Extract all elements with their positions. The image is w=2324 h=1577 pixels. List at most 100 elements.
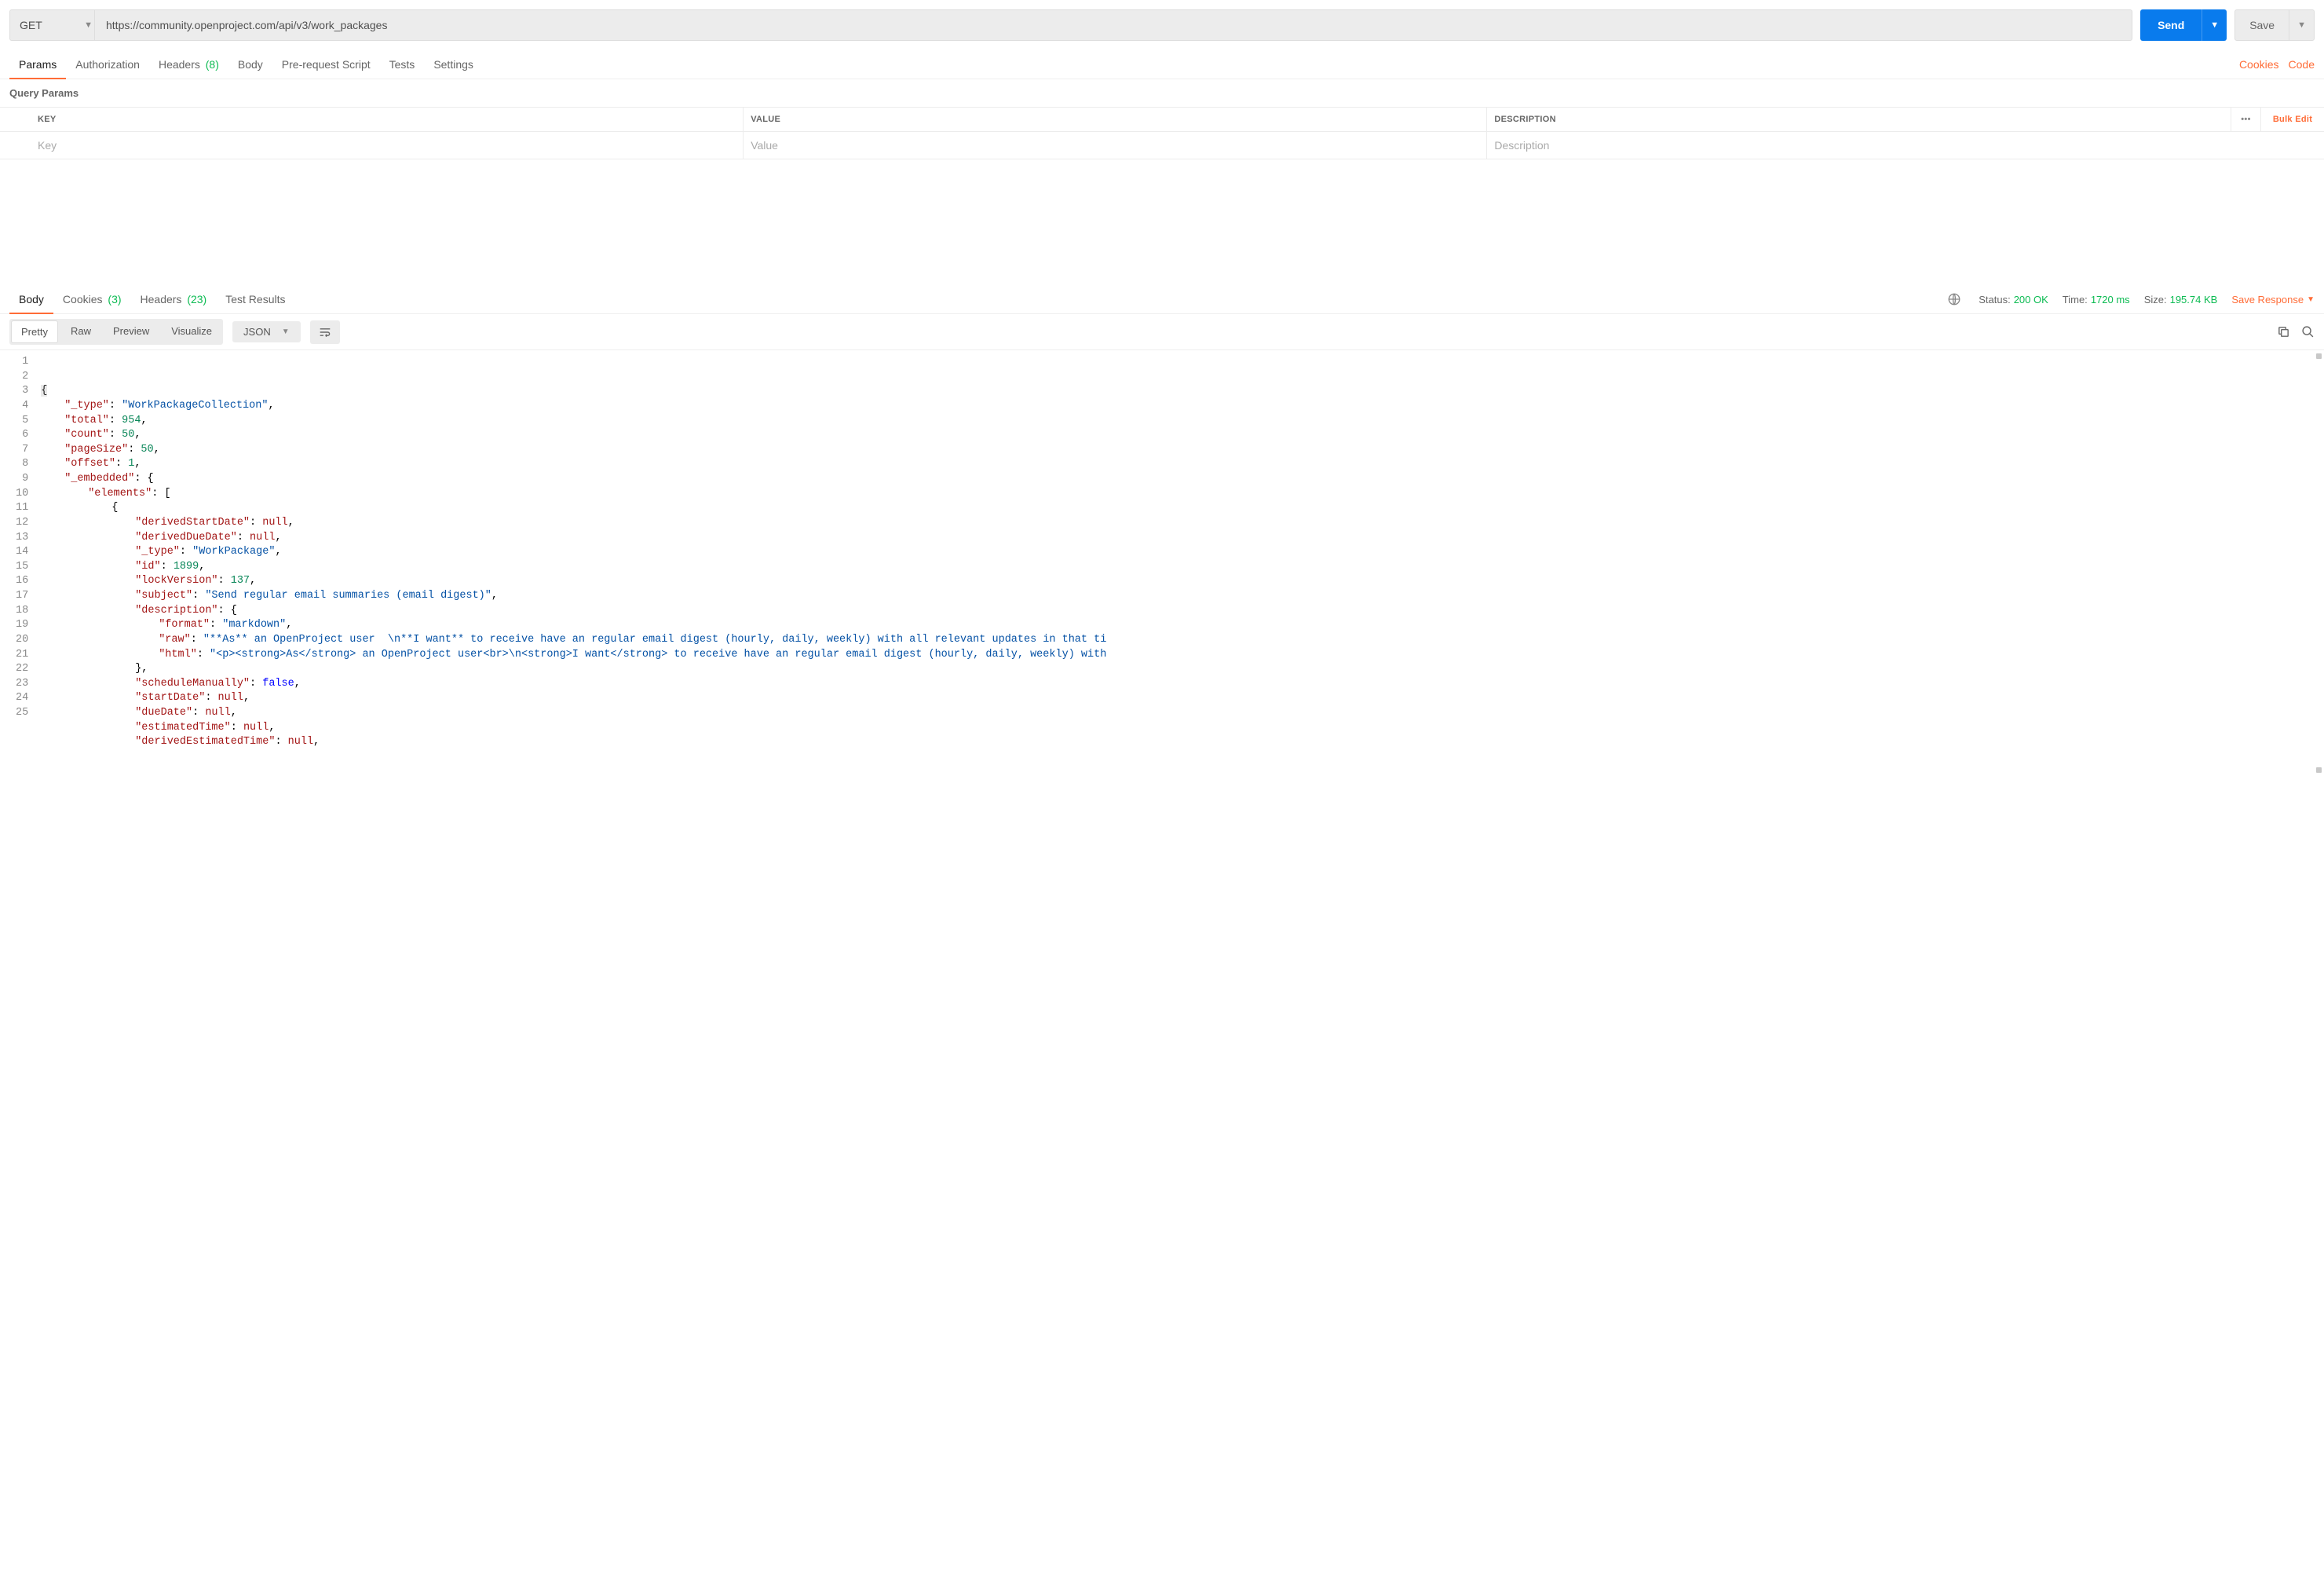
line-number: 4	[13, 399, 31, 414]
code-line[interactable]: "_embedded": {	[38, 472, 2324, 487]
line-number: 15	[13, 560, 31, 575]
param-value-input[interactable]	[751, 139, 1479, 152]
line-number: 7	[13, 443, 31, 458]
line-number: 19	[13, 618, 31, 633]
search-icon[interactable]	[2301, 325, 2315, 338]
code-line[interactable]: "lockVersion": 137,	[38, 574, 2324, 589]
chevron-down-icon: ▼	[2307, 295, 2315, 304]
format-select[interactable]: JSON ▼	[232, 321, 301, 342]
param-key-input[interactable]	[38, 139, 736, 152]
tab-params[interactable]: Params	[9, 50, 66, 79]
col-header-description: DESCRIPTION	[1487, 108, 2231, 131]
body-mode-raw[interactable]: Raw	[61, 320, 100, 343]
tab-headers[interactable]: Headers (8)	[149, 50, 228, 79]
line-number: 11	[13, 501, 31, 516]
line-number: 3	[13, 384, 31, 399]
col-header-value: VALUE	[744, 108, 1487, 131]
request-tabs: ParamsAuthorizationHeaders (8)BodyPre-re…	[9, 50, 483, 79]
code-line[interactable]: "estimatedTime": null,	[38, 721, 2324, 736]
col-header-key: KEY	[0, 108, 744, 131]
line-number: 18	[13, 604, 31, 619]
tab-body[interactable]: Body	[228, 50, 272, 79]
line-number: 10	[13, 487, 31, 502]
response-tabs: BodyCookies (3)Headers (23)Test Results	[9, 285, 294, 313]
response-tab-test-results[interactable]: Test Results	[216, 285, 294, 313]
code-line[interactable]: "count": 50,	[38, 428, 2324, 443]
chevron-down-icon: ▼	[282, 327, 290, 336]
line-number: 13	[13, 531, 31, 546]
send-button-group: Send ▼	[2140, 9, 2227, 41]
time-label: Time:1720 ms	[2063, 294, 2130, 306]
line-number: 14	[13, 545, 31, 560]
response-tab-cookies[interactable]: Cookies (3)	[53, 285, 131, 313]
save-dropdown[interactable]: ▼	[2289, 9, 2314, 41]
response-tab-headers[interactable]: Headers (23)	[131, 285, 217, 313]
code-line[interactable]: "total": 954,	[38, 414, 2324, 429]
globe-icon[interactable]	[1947, 292, 1964, 306]
code-line[interactable]: "pageSize": 50,	[38, 443, 2324, 458]
chevron-down-icon: ▼	[2210, 20, 2219, 30]
line-number: 8	[13, 457, 31, 472]
chevron-down-icon: ▼	[2297, 20, 2306, 30]
code-line[interactable]: "subject": "Send regular email summaries…	[38, 589, 2324, 604]
line-number: 25	[13, 706, 31, 721]
line-number: 2	[13, 370, 31, 385]
body-mode-group: PrettyRawPreviewVisualize	[9, 319, 223, 345]
tab-authorization[interactable]: Authorization	[66, 50, 149, 79]
save-button[interactable]: Save	[2235, 9, 2289, 41]
code-line[interactable]: "startDate": null,	[38, 691, 2324, 706]
query-params-label: Query Params	[0, 79, 2324, 107]
line-number: 5	[13, 414, 31, 429]
http-method-select[interactable]: GET ▼	[9, 9, 102, 41]
send-button[interactable]: Send	[2140, 9, 2202, 41]
http-method-label: GET	[20, 19, 42, 31]
tab-tests[interactable]: Tests	[380, 50, 425, 79]
line-number: 12	[13, 516, 31, 531]
code-line[interactable]: "elements": [	[38, 487, 2324, 502]
send-dropdown[interactable]: ▼	[2202, 9, 2227, 41]
response-tab-body[interactable]: Body	[9, 285, 53, 313]
code-line[interactable]: "_type": "WorkPackageCollection",	[38, 399, 2324, 414]
save-response-button[interactable]: Save Response ▼	[2231, 294, 2315, 306]
tab-count: (3)	[105, 293, 122, 306]
code-line[interactable]: "description": {	[38, 604, 2324, 619]
param-description-input[interactable]	[1494, 139, 2317, 152]
tab-pre-request-script[interactable]: Pre-request Script	[272, 50, 380, 79]
bulk-edit-link[interactable]: Bulk Edit	[2273, 115, 2312, 124]
code-line[interactable]: "derivedDueDate": null,	[38, 531, 2324, 546]
code-line[interactable]: "html": "<p><strong>As</strong> an OpenP…	[38, 648, 2324, 663]
wrap-lines-button[interactable]	[310, 320, 340, 344]
code-line[interactable]: "dueDate": null,	[38, 706, 2324, 721]
code-line[interactable]: },	[38, 662, 2324, 677]
line-number: 20	[13, 633, 31, 648]
code-line[interactable]: "id": 1899,	[38, 560, 2324, 575]
tab-count: (23)	[184, 293, 206, 306]
params-more-button[interactable]: •••	[2231, 108, 2261, 131]
copy-icon[interactable]	[2277, 325, 2290, 338]
code-line[interactable]: "derivedStartDate": null,	[38, 516, 2324, 531]
size-label: Size:195.74 KB	[2144, 294, 2218, 306]
cookies-link[interactable]: Cookies	[2239, 58, 2279, 71]
body-mode-visualize[interactable]: Visualize	[162, 320, 221, 343]
code-line[interactable]: {	[38, 501, 2324, 516]
body-mode-preview[interactable]: Preview	[104, 320, 159, 343]
code-line[interactable]: "offset": 1,	[38, 457, 2324, 472]
format-label: JSON	[243, 326, 271, 338]
line-number: 21	[13, 648, 31, 663]
code-link[interactable]: Code	[2289, 58, 2315, 71]
tab-settings[interactable]: Settings	[424, 50, 483, 79]
code-line[interactable]: "_type": "WorkPackage",	[38, 545, 2324, 560]
code-line[interactable]: "raw": "**As** an OpenProject user \n**I…	[38, 633, 2324, 648]
status-label: Status:200 OK	[1979, 294, 2048, 306]
code-line[interactable]: "derivedEstimatedTime": null,	[38, 735, 2324, 750]
scrollbar-track[interactable]	[2313, 350, 2324, 784]
code-line[interactable]: "scheduleManually": false,	[38, 677, 2324, 692]
code-line[interactable]: "format": "markdown",	[38, 618, 2324, 633]
code-line[interactable]: {	[38, 384, 2324, 399]
body-mode-pretty[interactable]: Pretty	[11, 320, 58, 343]
url-input[interactable]	[94, 9, 2132, 41]
line-number: 6	[13, 428, 31, 443]
line-number: 9	[13, 472, 31, 487]
line-number: 22	[13, 662, 31, 677]
tab-count: (8)	[203, 58, 219, 71]
